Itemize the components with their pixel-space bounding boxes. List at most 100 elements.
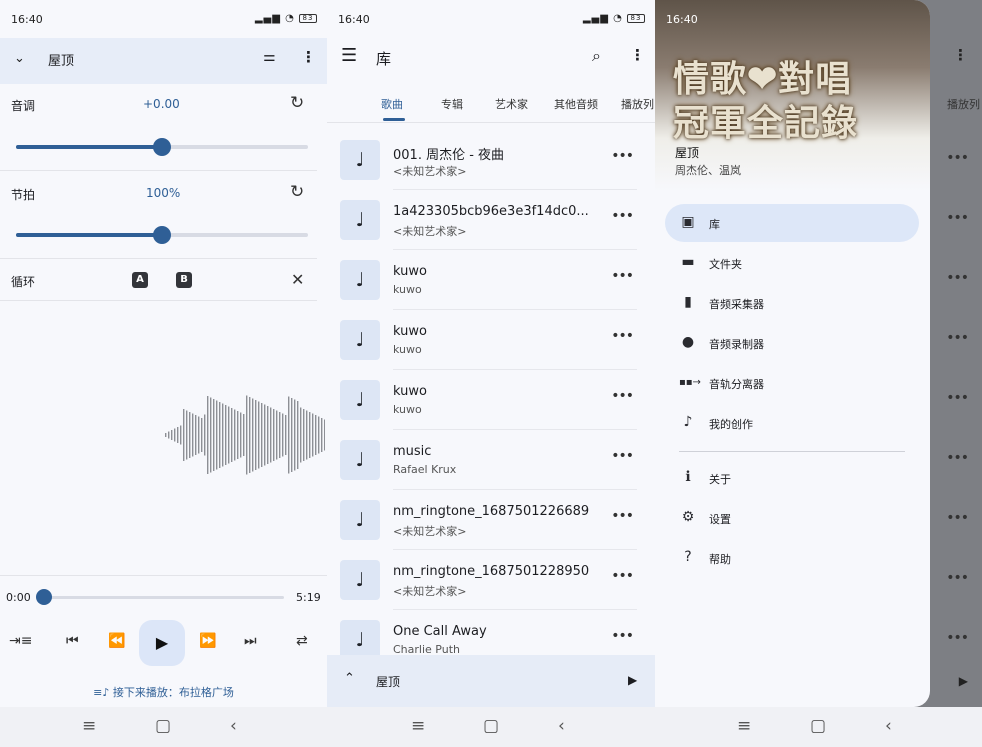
more-horiz-icon[interactable]: ••• <box>611 328 634 344</box>
nav-menu-icon[interactable]: ≡ <box>411 716 425 736</box>
tempo-slider[interactable] <box>16 225 308 245</box>
reset-pitch-icon[interactable]: ↻ <box>290 93 304 113</box>
nav-back-icon[interactable]: ‹ <box>558 716 565 736</box>
more-vert-icon[interactable]: ⋮ <box>301 48 316 66</box>
play-icon: ▶ <box>155 633 169 652</box>
drawer-item-label: 关于 <box>709 473 731 486</box>
queue-icon[interactable]: ⇥≡ <box>9 633 32 649</box>
fast-forward-icon[interactable]: ⏩ <box>199 633 216 649</box>
elapsed-time: 0:00 <box>6 591 31 604</box>
nav-menu-icon[interactable]: ≡ <box>737 716 751 736</box>
pitch-value: +0.00 <box>143 97 180 111</box>
list-item[interactable]: ♩ nm_ringtone_1687501226689 <未知艺术家> ••• <box>327 490 655 550</box>
drawer-item-help[interactable]: ? 帮助 <box>665 539 919 577</box>
more-vert-icon[interactable]: ⋮ <box>630 46 645 64</box>
list-item[interactable]: ♩ kuwo kuwo ••• <box>327 310 655 370</box>
gear-icon: ⚙ <box>681 509 695 525</box>
more-horiz-icon[interactable]: ••• <box>611 388 634 404</box>
waveform-bar <box>204 414 206 456</box>
nav-home-icon[interactable]: ▢ <box>155 716 171 736</box>
up-next[interactable]: ≡♪ 接下来播放：布拉格广场 <box>0 684 327 700</box>
waveform-bar <box>177 427 179 443</box>
pitch-slider[interactable] <box>16 137 308 157</box>
more-horiz-icon[interactable]: ••• <box>611 208 634 224</box>
waveform-bar <box>258 401 260 469</box>
expand-chevron-icon[interactable]: ⌃ <box>344 671 355 686</box>
more-horiz-icon[interactable]: ••• <box>611 268 634 284</box>
tab-other-audio[interactable]: 其他音频 <box>554 96 598 112</box>
system-nav-bar: ≡ ▢ ‹ <box>0 707 327 747</box>
nav-back-icon[interactable]: ‹ <box>230 716 237 736</box>
more-horiz-icon[interactable]: ••• <box>611 448 634 464</box>
music-note-icon: ♩ <box>340 200 380 240</box>
equalizer-settings-icon[interactable]: ⚌ <box>263 49 276 65</box>
waveform-bar <box>171 430 173 440</box>
progress-slider[interactable] <box>36 588 284 606</box>
list-item[interactable]: ♩ kuwo kuwo ••• <box>327 250 655 310</box>
music-note-icon: ♩ <box>340 620 380 660</box>
song-title: kuwo <box>393 264 427 279</box>
tab-artists[interactable]: 艺术家 <box>495 96 528 112</box>
drawer-item-my-creations[interactable]: ♪ 我的创作 <box>665 404 919 442</box>
menu-icon[interactable]: ☰ <box>341 45 357 66</box>
mini-player[interactable]: ⌃ 屋顶 ▶ <box>327 655 655 707</box>
reset-tempo-icon[interactable]: ↻ <box>290 182 304 202</box>
waveform-bar <box>213 399 215 471</box>
progress-knob <box>36 589 52 605</box>
more-horiz-icon[interactable]: ••• <box>611 508 634 524</box>
battery-icon: 83 <box>299 13 317 23</box>
waveform-bar <box>321 418 323 452</box>
song-title: One Call Away <box>393 624 487 639</box>
waveform-bar <box>306 410 308 460</box>
nav-home-icon[interactable]: ▢ <box>810 716 826 736</box>
loop-a-button[interactable]: A <box>132 272 148 288</box>
list-item[interactable]: ♩ nm_ringtone_1687501228950 <未知艺术家> ••• <box>327 550 655 610</box>
nav-home-icon[interactable]: ▢ <box>483 716 499 736</box>
skip-previous-icon[interactable]: ⏮ <box>66 633 79 649</box>
drawer-item-audio-recorder[interactable]: ● 音频录制器 <box>665 324 919 362</box>
collapse-chevron-icon[interactable]: ⌄ <box>14 51 25 66</box>
tab-albums[interactable]: 专辑 <box>441 96 463 112</box>
song-artist: kuwo <box>393 283 422 296</box>
waveform-bar <box>168 431 170 439</box>
library-icon: ▣ <box>681 214 695 230</box>
waveform-bar <box>273 409 275 461</box>
nav-back-icon[interactable]: ‹ <box>885 716 892 736</box>
song-artist: <未知艺术家> <box>393 225 467 238</box>
disc-icon: ● <box>681 334 695 350</box>
skip-next-icon[interactable]: ⏭ <box>244 633 257 649</box>
more-horiz-icon[interactable]: ••• <box>611 628 634 644</box>
more-horiz-icon: ••• <box>946 270 969 286</box>
waveform-bar <box>234 409 236 461</box>
search-icon[interactable]: ⌕ <box>592 46 601 66</box>
list-item[interactable]: ♩ 001. 周杰伦 - 夜曲 <未知艺术家> ••• <box>327 130 655 190</box>
track-split-icon: ▪▪→ <box>679 377 701 388</box>
waveform-bar <box>294 399 296 471</box>
waveform-bar <box>291 398 293 472</box>
play-icon[interactable]: ▶ <box>628 673 637 687</box>
list-item[interactable]: ♩ music Rafael Krux ••• <box>327 430 655 490</box>
list-item[interactable]: ♩ kuwo kuwo ••• <box>327 370 655 430</box>
play-icon: ▶ <box>958 674 968 688</box>
more-horiz-icon[interactable]: ••• <box>611 568 634 584</box>
drawer-item-folders[interactable]: ▬ 文件夹 <box>665 244 919 282</box>
rewind-icon[interactable]: ⏪ <box>108 633 125 649</box>
info-icon: ℹ <box>685 469 691 485</box>
drawer-item-audio-collector[interactable]: ▮ 音频采集器 <box>665 284 919 322</box>
song-title: nm_ringtone_1687501228950 <box>393 564 590 579</box>
waveform-bar <box>282 413 284 457</box>
music-note-icon: ♩ <box>340 140 380 180</box>
repeat-icon[interactable]: ⇄ <box>296 633 308 649</box>
drawer-item-track-separator[interactable]: ▪▪→ 音轨分离器 <box>665 364 919 402</box>
drawer-item-library[interactable]: ▣ 库 <box>665 204 919 242</box>
tab-playlists[interactable]: 播放列 <box>621 96 654 112</box>
drawer-item-settings[interactable]: ⚙ 设置 <box>665 499 919 537</box>
tab-songs[interactable]: 歌曲 <box>381 96 403 112</box>
drawer-item-about[interactable]: ℹ 关于 <box>665 459 919 497</box>
play-button[interactable]: ▶ <box>139 620 185 666</box>
loop-b-button[interactable]: B <box>176 272 192 288</box>
list-item[interactable]: ♩ 1a423305bcb96e3e3f14dc0... <未知艺术家> ••• <box>327 190 655 250</box>
nav-menu-icon[interactable]: ≡ <box>82 716 96 736</box>
more-horiz-icon[interactable]: ••• <box>611 148 634 164</box>
close-loop-icon[interactable]: ✕ <box>291 270 304 289</box>
